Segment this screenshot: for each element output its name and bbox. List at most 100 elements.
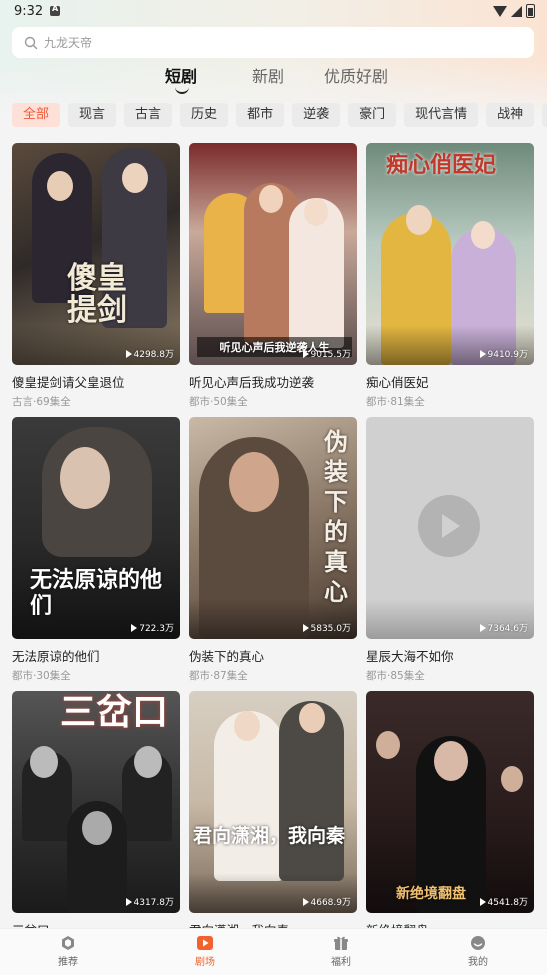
drama-title: 傻皇提剑请父皇退位 (12, 375, 125, 390)
drama-poster[interactable]: 无法原谅的他们 722.3万 (12, 417, 180, 639)
category-ancient[interactable]: 古 (542, 103, 547, 127)
category-urban[interactable]: 都市 (236, 103, 285, 127)
play-icon (131, 623, 138, 632)
nav-theater[interactable]: 剧场 (165, 935, 245, 968)
drama-card[interactable]: 君向潇湘，我向秦 4668.9万 君向潇湘，我向秦 (189, 691, 357, 939)
poster-face (259, 185, 283, 213)
drama-meta: 都市·50集全 (189, 396, 248, 408)
profile-icon (471, 936, 485, 950)
drama-card[interactable]: 无法原谅的他们 722.3万 无法原谅的他们 都市·30集全 (12, 417, 180, 683)
drama-meta: 都市·85集全 (366, 670, 425, 682)
category-comeback[interactable]: 逆袭 (292, 103, 341, 127)
tab-short-drama[interactable]: 短剧 (165, 63, 197, 87)
drama-poster[interactable]: 听见心声后我逆袭人生 9015.5万 (189, 143, 357, 365)
nav-label: 剧场 (195, 957, 215, 968)
drama-card[interactable]: 7364.6万 星辰大海不如你 都市·85集全 (366, 417, 534, 683)
category-war-god[interactable]: 战神 (486, 103, 535, 127)
poster-face (229, 452, 279, 512)
drama-card[interactable]: 痴心俏医妃 9410.9万 痴心俏医妃 都市·81集全 (366, 143, 534, 409)
recommend-icon (62, 936, 74, 950)
drama-poster[interactable]: 傻皇提剑 4298.8万 (12, 143, 180, 365)
view-count: 7364.6万 (479, 621, 528, 634)
drama-card[interactable]: 三岔口 4317.8万 三岔口 (12, 691, 180, 939)
view-count: 5835.0万 (302, 621, 351, 634)
drama-card[interactable]: 伪装下的真心 5835.0万 伪装下的真心 都市·87集全 (189, 417, 357, 683)
poster-title-text: 三岔口 (60, 691, 169, 733)
nav-welfare[interactable]: 福利 (301, 935, 381, 968)
drama-title: 星辰大海不如你 (366, 649, 454, 664)
poster-title-text: 无法原谅的他们 (30, 567, 163, 619)
drama-poster[interactable]: 伪装下的真心 5835.0万 (189, 417, 357, 639)
drama-card[interactable]: 听见心声后我逆袭人生 9015.5万 听见心声后我成功逆袭 都市·50集全 (189, 143, 357, 409)
drama-meta: 都市·30集全 (12, 670, 71, 682)
drama-title: 伪装下的真心 (189, 649, 265, 664)
play-icon (125, 349, 132, 358)
poster-face (134, 746, 162, 778)
poster-face (299, 703, 325, 733)
wifi-icon (493, 5, 507, 17)
drama-meta: 都市·87集全 (189, 670, 248, 682)
poster-face (47, 171, 73, 201)
nav-profile[interactable]: 我的 (438, 935, 518, 968)
play-icon (125, 897, 132, 906)
notification-icon (50, 4, 60, 16)
category-wealthy[interactable]: 豪门 (348, 103, 397, 127)
drama-meta: 古言·69集全 (12, 396, 71, 408)
drama-meta: 都市·81集全 (366, 396, 425, 408)
drama-poster[interactable]: 7364.6万 (366, 417, 534, 639)
bottom-nav: 推荐 剧场 福利 我的 (0, 928, 547, 975)
status-icons (493, 4, 535, 18)
play-icon (302, 623, 309, 632)
tab-quality-drama[interactable]: 优质好剧 (324, 63, 388, 87)
nav-label: 我的 (468, 957, 488, 968)
view-count: 4317.8万 (125, 895, 174, 908)
battery-icon (526, 4, 535, 18)
play-icon (302, 897, 309, 906)
drama-poster[interactable]: 三岔口 4317.8万 (12, 691, 180, 913)
play-icon (302, 349, 309, 358)
category-history[interactable]: 历史 (180, 103, 229, 127)
poster-title-text: 伪装下的真心 (324, 427, 348, 606)
placeholder-logo-icon (418, 495, 480, 557)
play-icon (479, 623, 486, 632)
search-icon (24, 36, 38, 49)
play-icon (479, 349, 486, 358)
category-modern-romance[interactable]: 现言 (68, 103, 117, 127)
gift-icon (334, 936, 348, 950)
view-count: 4668.9万 (302, 895, 351, 908)
poster-face (304, 198, 328, 226)
tab-new-drama[interactable]: 新剧 (252, 63, 284, 87)
status-bar: 9:32 (0, 0, 547, 24)
drama-card[interactable]: 新绝境翻盘 4541.8万 新绝境翻盘 (366, 691, 534, 939)
category-ancient-romance[interactable]: 古言 (124, 103, 173, 127)
view-count: 9410.9万 (479, 347, 528, 360)
nav-recommend[interactable]: 推荐 (28, 935, 108, 968)
poster-face (406, 205, 432, 235)
category-all[interactable]: 全部 (12, 103, 61, 127)
drama-title: 听见心声后我成功逆袭 (189, 375, 315, 390)
theater-icon (197, 936, 213, 950)
nav-label: 福利 (331, 957, 351, 968)
category-modern-love[interactable]: 现代言情 (404, 103, 479, 127)
poster-face (30, 746, 58, 778)
poster-face (376, 731, 400, 759)
status-time: 9:32 (14, 4, 44, 19)
search-placeholder: 九龙天帝 (44, 36, 93, 50)
view-count: 9015.5万 (302, 347, 351, 360)
drama-poster[interactable]: 新绝境翻盘 4541.8万 (366, 691, 534, 913)
search-bar[interactable]: 九龙天帝 (12, 27, 534, 58)
view-count: 4298.8万 (125, 347, 174, 360)
poster-title-text: 新绝境翻盘 (396, 886, 466, 902)
poster-title-text: 傻皇提剑 (67, 261, 127, 328)
poster-face (122, 163, 148, 193)
play-icon (479, 897, 486, 906)
content-tabs: 短剧 新剧 优质好剧 (0, 63, 547, 93)
drama-title: 痴心俏医妃 (366, 375, 429, 390)
nav-label: 推荐 (58, 957, 78, 968)
poster-title-text: 痴心俏医妃 (386, 152, 497, 178)
poster-title-text: 君向潇湘，我向秦 (193, 825, 346, 847)
drama-card[interactable]: 傻皇提剑 4298.8万 傻皇提剑请父皇退位 古言·69集全 (12, 143, 180, 409)
drama-poster[interactable]: 痴心俏医妃 9410.9万 (366, 143, 534, 365)
drama-poster[interactable]: 君向潇湘，我向秦 4668.9万 (189, 691, 357, 913)
poster-face (434, 741, 468, 781)
